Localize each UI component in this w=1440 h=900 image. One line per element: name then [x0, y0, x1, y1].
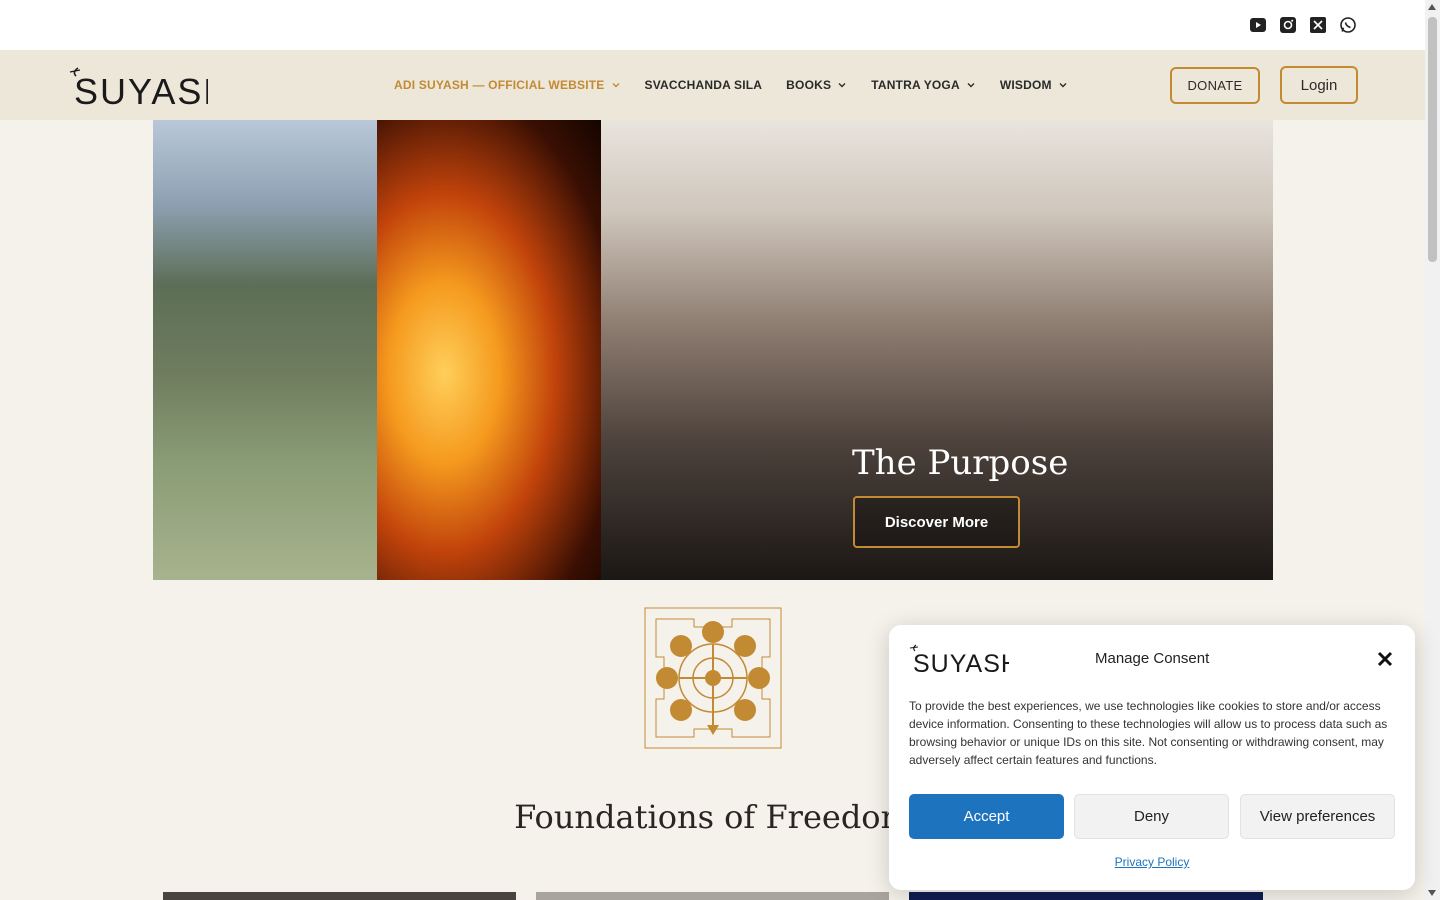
- deny-button[interactable]: Deny: [1074, 794, 1229, 839]
- chevron-down-icon: [967, 83, 975, 88]
- hero-image-portrait-outdoor: [153, 120, 377, 580]
- nav-item-books[interactable]: BOOKS: [786, 78, 847, 92]
- nav-item-label: ADI SUYASH — OFFICIAL WEBSITE: [394, 78, 605, 92]
- nav-item-tantra-yoga[interactable]: TANTRA YOGA: [871, 78, 976, 92]
- yantra-emblem-icon: [644, 607, 782, 749]
- site-header: SUYASH ADI SUYASH — OFFICIAL WEBSITE SVA…: [0, 50, 1425, 120]
- donate-button[interactable]: DONATE: [1170, 67, 1260, 104]
- close-icon[interactable]: [1375, 649, 1395, 669]
- accept-button[interactable]: Accept: [909, 794, 1064, 839]
- main-nav: ADI SUYASH — OFFICIAL WEBSITE SVACCHANDA…: [394, 50, 1068, 120]
- nav-item-wisdom[interactable]: WISDOM: [1000, 78, 1068, 92]
- nav-item-label: WISDOM: [999, 78, 1052, 92]
- x-twitter-icon[interactable]: [1309, 16, 1327, 34]
- whatsapp-icon[interactable]: [1339, 16, 1357, 34]
- scroll-up-icon[interactable]: [1428, 4, 1436, 10]
- hero-image-fire-silhouette: [377, 120, 601, 580]
- hero-banner: [153, 120, 1273, 580]
- feature-card-image[interactable]: [163, 892, 516, 900]
- nav-item-label: TANTRA YOGA: [871, 78, 960, 92]
- nav-item-label: BOOKS: [786, 78, 832, 92]
- scrollbar-thumb[interactable]: [1428, 17, 1437, 262]
- privacy-policy-link[interactable]: Privacy Policy: [889, 855, 1415, 869]
- consent-logo: SUYASH: [909, 641, 1019, 678]
- chevron-down-icon: [838, 83, 846, 88]
- login-button[interactable]: Login: [1280, 66, 1358, 104]
- cookie-consent-dialog: SUYASH Manage Consent To provide the bes…: [889, 625, 1415, 890]
- chevron-down-icon: [612, 83, 619, 88]
- youtube-icon[interactable]: [1249, 16, 1267, 34]
- consent-title: Manage Consent: [1095, 650, 1210, 667]
- top-bar: [0, 0, 1425, 50]
- consent-logo-text: SUYASH: [913, 650, 1009, 677]
- instagram-icon[interactable]: [1279, 16, 1297, 34]
- hero-title: The Purpose: [852, 443, 1069, 483]
- feature-card-image[interactable]: [909, 892, 1263, 900]
- chevron-down-icon: [1059, 83, 1067, 88]
- page-scrollbar[interactable]: [1425, 0, 1440, 900]
- view-preferences-button[interactable]: View preferences: [1240, 794, 1395, 839]
- feature-card-image[interactable]: [536, 892, 889, 900]
- nav-item-label: SVACCHANDA SILA: [644, 78, 763, 92]
- discover-more-button[interactable]: Discover More: [853, 496, 1020, 548]
- logo-text: SUYASH: [74, 71, 208, 110]
- consent-body: To provide the best experiences, we use …: [909, 699, 1388, 767]
- nav-item-svacchanda-sila[interactable]: SVACCHANDA SILA: [645, 78, 763, 92]
- nav-item-adi-suyash[interactable]: ADI SUYASH — OFFICIAL WEBSITE: [394, 78, 621, 92]
- site-logo[interactable]: SUYASH: [68, 62, 229, 112]
- scroll-down-icon[interactable]: [1428, 890, 1436, 896]
